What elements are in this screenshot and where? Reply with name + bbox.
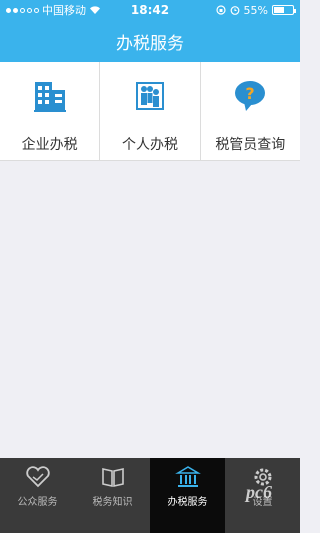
service-label: 税管员查询 [215,137,286,153]
question-bubble-icon: ? [232,78,268,114]
status-bar: 中国移动 18:42 55% [0,0,300,20]
svg-text:?: ? [246,84,255,103]
service-enterprise-tax[interactable]: 企业办税 [0,62,101,160]
building-icon [32,78,68,114]
service-personal-tax[interactable]: 个人办税 [100,62,201,160]
tab-label: 办税服务 [167,497,208,508]
tab-public-service[interactable]: 公众服务 [0,458,75,533]
book-icon [101,468,124,487]
handshake-icon [25,466,50,488]
bank-icon [174,466,201,487]
tab-bar: 公众服务 税务知识 办税服务 设置 [0,458,300,533]
tab-tax-knowledge[interactable]: 税务知识 [75,458,150,533]
rotation-lock-icon [215,5,226,15]
page-title: 办税服务 [116,33,184,54]
service-label: 个人办税 [121,137,178,153]
service-label: 企业办税 [21,137,78,153]
people-icon [132,78,168,114]
gear-icon [254,468,271,486]
nav-bar: 办税服务 [0,20,300,62]
signal-strength-icon [6,7,39,13]
wifi-icon [90,6,100,14]
battery-icon [272,5,296,15]
tab-label: 税务知识 [92,497,133,508]
carrier-label: 中国移动 [42,4,86,17]
service-tax-officer-query[interactable]: ? 税管员查询 [201,62,300,160]
tab-label: 公众服务 [17,497,58,508]
status-left: 中国移动 [6,2,126,18]
service-grid: 企业办税 个人办税 ? 税管员查询 [0,62,300,161]
alarm-icon [230,6,239,15]
tab-tax-service[interactable]: 办税服务 [150,458,225,533]
battery-percent: 55% [243,3,268,17]
status-time: 18:42 [130,3,170,17]
status-right: 55% [174,3,296,17]
tab-settings[interactable]: 设置 [225,458,300,533]
tab-label: 设置 [252,497,273,508]
